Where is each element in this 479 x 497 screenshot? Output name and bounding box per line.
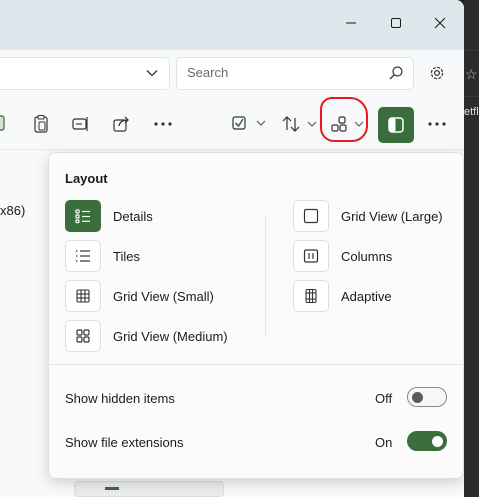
- show-hidden-items-state: Off: [375, 391, 393, 406]
- grid-large-icon: [293, 200, 329, 232]
- layout-option-tiles[interactable]: Tiles: [65, 239, 140, 273]
- chevron-down-icon[interactable]: [145, 66, 159, 80]
- layout-option-adaptive[interactable]: Adaptive: [293, 279, 392, 313]
- share-icon[interactable]: [112, 114, 132, 134]
- grid-small-icon: [65, 280, 101, 312]
- grid-medium-icon: [65, 320, 101, 352]
- layout-option-columns[interactable]: Columns: [293, 239, 392, 273]
- minimize-icon: [346, 22, 356, 24]
- close-icon: [434, 17, 446, 29]
- option-label: Columns: [341, 248, 393, 264]
- option-label: Grid View (Small): [113, 288, 214, 304]
- paste-icon[interactable]: [31, 114, 51, 134]
- layout-option-grid-medium[interactable]: Grid View (Medium): [65, 319, 228, 353]
- layout-flyout: Layout Details Tiles Grid View (Small) G…: [48, 152, 464, 479]
- more-options-icon[interactable]: [152, 116, 174, 132]
- divider: [464, 96, 479, 97]
- minimize-button[interactable]: [336, 10, 366, 36]
- divider: [464, 50, 479, 51]
- layout-option-grid-large[interactable]: Grid View (Large): [293, 199, 443, 233]
- layout-option-grid-small[interactable]: Grid View (Small): [65, 279, 214, 313]
- rename-icon[interactable]: [0, 114, 8, 132]
- view-toggle-bar[interactable]: [74, 481, 224, 497]
- close-button[interactable]: [425, 10, 455, 36]
- details-pane-button[interactable]: [378, 107, 414, 143]
- show-file-extensions-toggle[interactable]: [407, 431, 447, 451]
- option-label: Grid View (Large): [341, 208, 443, 224]
- layout-option-details[interactable]: Details: [65, 199, 153, 233]
- maximize-button[interactable]: [381, 10, 411, 36]
- file-name-partial[interactable]: x86): [0, 203, 25, 218]
- sort-button[interactable]: [281, 114, 319, 134]
- toggle-knob: [412, 392, 423, 403]
- active-indicator: [105, 487, 119, 490]
- show-file-extensions-state: On: [375, 435, 393, 450]
- option-label: Adaptive: [341, 288, 392, 304]
- search-icon[interactable]: [388, 65, 404, 81]
- flyout-title: Layout: [65, 171, 108, 186]
- adaptive-icon: [293, 280, 329, 312]
- checkbox-icon: [232, 116, 266, 130]
- show-file-extensions-label: Show file extensions: [65, 435, 184, 450]
- maximize-icon: [391, 18, 401, 28]
- toggle-knob: [432, 436, 443, 447]
- star-icon: ☆: [465, 66, 478, 82]
- show-hidden-items-toggle[interactable]: [407, 387, 447, 407]
- file-explorer-window: Search x86) Layout Details Tiles Grid Vi…: [0, 0, 464, 497]
- section-divider: [49, 364, 463, 365]
- column-divider: [265, 215, 266, 335]
- option-label: Details: [113, 208, 153, 224]
- see-more-icon[interactable]: [426, 116, 448, 132]
- sort-icon: [282, 116, 317, 132]
- select-button[interactable]: [230, 114, 270, 132]
- tiles-icon: [65, 240, 101, 272]
- background-window: ☆ etfl: [464, 0, 479, 497]
- rename-field-icon[interactable]: [71, 114, 91, 134]
- gear-icon[interactable]: [428, 64, 446, 82]
- details-pane-icon: [388, 117, 404, 133]
- columns-icon: [293, 240, 329, 272]
- option-label: Grid View (Medium): [113, 328, 228, 344]
- show-hidden-items-label: Show hidden items: [65, 391, 175, 406]
- background-text: etfl: [464, 106, 479, 118]
- option-label: Tiles: [113, 248, 140, 264]
- red-annotation-circle: [320, 97, 368, 142]
- search-placeholder: Search: [187, 65, 229, 80]
- details-icon: [65, 200, 101, 232]
